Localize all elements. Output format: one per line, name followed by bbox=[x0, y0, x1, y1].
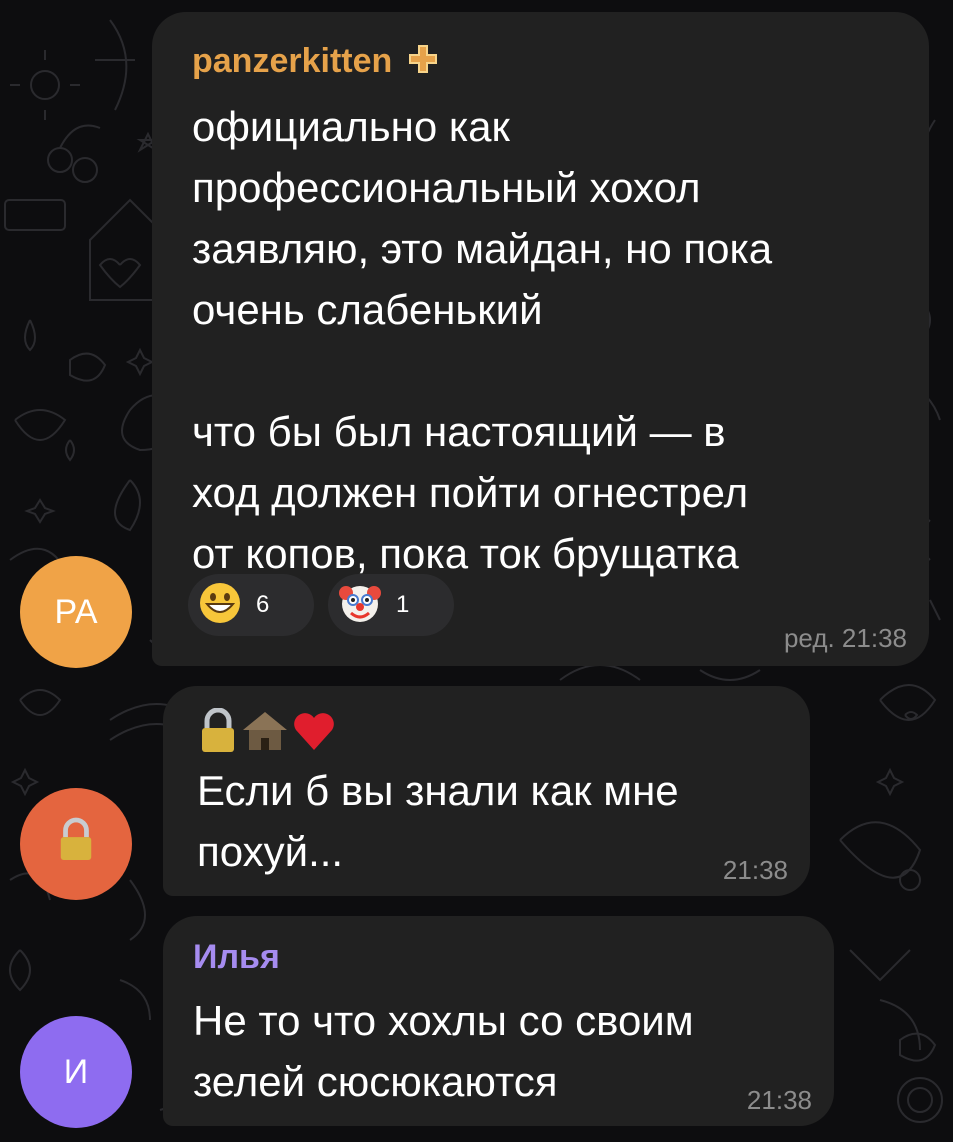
message-bubble-panzerkitten[interactable]: panzerkitten официально как профессионал… bbox=[152, 12, 929, 666]
grinning-face-icon bbox=[198, 581, 242, 630]
lock-icon bbox=[56, 817, 96, 872]
plus-badge-icon bbox=[408, 44, 438, 83]
message-bubble-lock-user[interactable]: Если б вы знали как мне похуй... 21:38 bbox=[163, 686, 810, 896]
hut-icon bbox=[241, 708, 289, 759]
lock-icon bbox=[197, 707, 239, 759]
message-bubble-ilya[interactable]: Илья Не то что хохлы со своим зелей сюсю… bbox=[163, 916, 834, 1126]
sender-name[interactable]: Илья bbox=[193, 938, 280, 977]
avatar-initials: РА bbox=[54, 592, 98, 631]
reaction-count: 6 bbox=[256, 591, 270, 618]
sender-name[interactable]: panzerkitten bbox=[192, 42, 438, 83]
reaction-clown[interactable]: 1 bbox=[328, 574, 454, 636]
reaction-grinning[interactable]: 6 bbox=[188, 574, 314, 636]
clown-face-icon bbox=[338, 581, 382, 630]
avatar-lock-user[interactable] bbox=[20, 788, 132, 900]
sender-name-text[interactable]: panzerkitten bbox=[192, 42, 392, 80]
emoji-status-row bbox=[197, 707, 337, 759]
reaction-count: 1 bbox=[396, 591, 410, 618]
message-text: Если б вы знали как мне похуй... bbox=[197, 767, 679, 875]
message-time: 21:38 bbox=[746, 1085, 812, 1115]
message-text: официально как профессиональный хохол за… bbox=[192, 103, 773, 577]
message-time: 21:38 bbox=[722, 855, 788, 885]
red-heart-icon bbox=[291, 708, 337, 759]
message-text: Не то что хохлы со своим зелей сюсюкаютс… bbox=[193, 997, 694, 1105]
avatar-ilya[interactable]: И bbox=[20, 1016, 132, 1128]
avatar-pa[interactable]: РА bbox=[20, 556, 132, 668]
avatar-initials: И bbox=[63, 1052, 89, 1091]
message-time: ред. 21:38 bbox=[783, 623, 907, 653]
